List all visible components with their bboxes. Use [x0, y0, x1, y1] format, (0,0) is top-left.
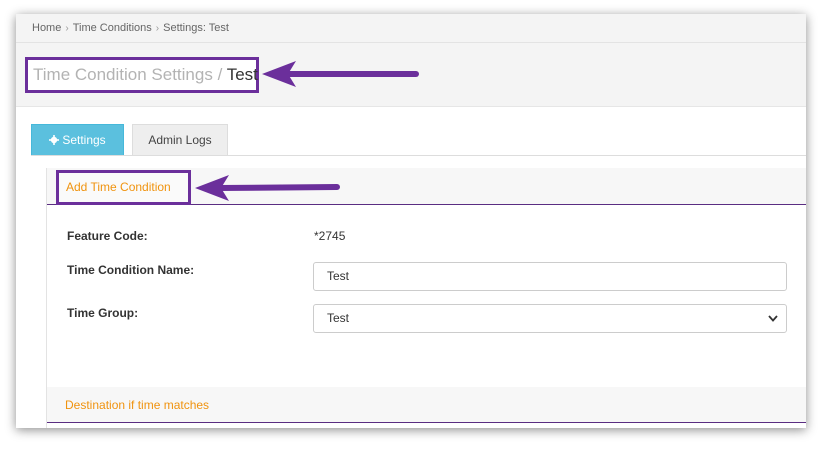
breadcrumb: Home › Time Conditions › Settings: Test	[16, 14, 806, 43]
tab-admin-logs[interactable]: Admin Logs	[132, 124, 228, 156]
page-title-name: Test	[226, 65, 258, 84]
time-condition-name-label: Time Condition Name:	[67, 263, 195, 277]
breadcrumb-current: Settings: Test	[163, 22, 229, 34]
page-title: Time Condition Settings / Test	[25, 57, 259, 93]
tab-settings[interactable]: Settings	[31, 124, 124, 156]
time-group-select[interactable]: Test	[313, 304, 787, 333]
breadcrumb-time-conditions[interactable]: Time Conditions	[73, 14, 152, 43]
section-title[interactable]: Add Time Condition	[56, 170, 191, 205]
breadcrumb-home[interactable]: Home	[32, 14, 61, 43]
section-header: Add Time Condition	[47, 168, 806, 205]
annotation-arrow-icon	[195, 175, 340, 201]
tab-settings-label: Settings	[62, 133, 106, 147]
settings-panel: Add Time Condition Feature Code: *2745 T…	[46, 168, 806, 428]
page-title-prefix: Time Condition Settings /	[33, 65, 227, 84]
breadcrumb-separator: ›	[65, 23, 69, 34]
feature-code-value: *2745	[314, 229, 346, 243]
annotation-arrow-icon	[262, 61, 419, 87]
tab-admin-logs-label: Admin Logs	[148, 133, 212, 147]
breadcrumb-separator: ›	[155, 23, 160, 34]
feature-code-label: Feature Code:	[67, 229, 148, 243]
time-condition-name-input[interactable]: Test	[313, 262, 787, 291]
tab-divider	[31, 155, 806, 156]
chevron-down-icon	[768, 305, 778, 342]
destination-section-title: Destination if time matches	[65, 398, 210, 412]
time-group-selected: Test	[327, 311, 350, 325]
gear-icon	[49, 135, 60, 145]
destination-section-header[interactable]: Destination if time matches	[47, 387, 806, 423]
time-group-label: Time Group:	[67, 306, 139, 320]
